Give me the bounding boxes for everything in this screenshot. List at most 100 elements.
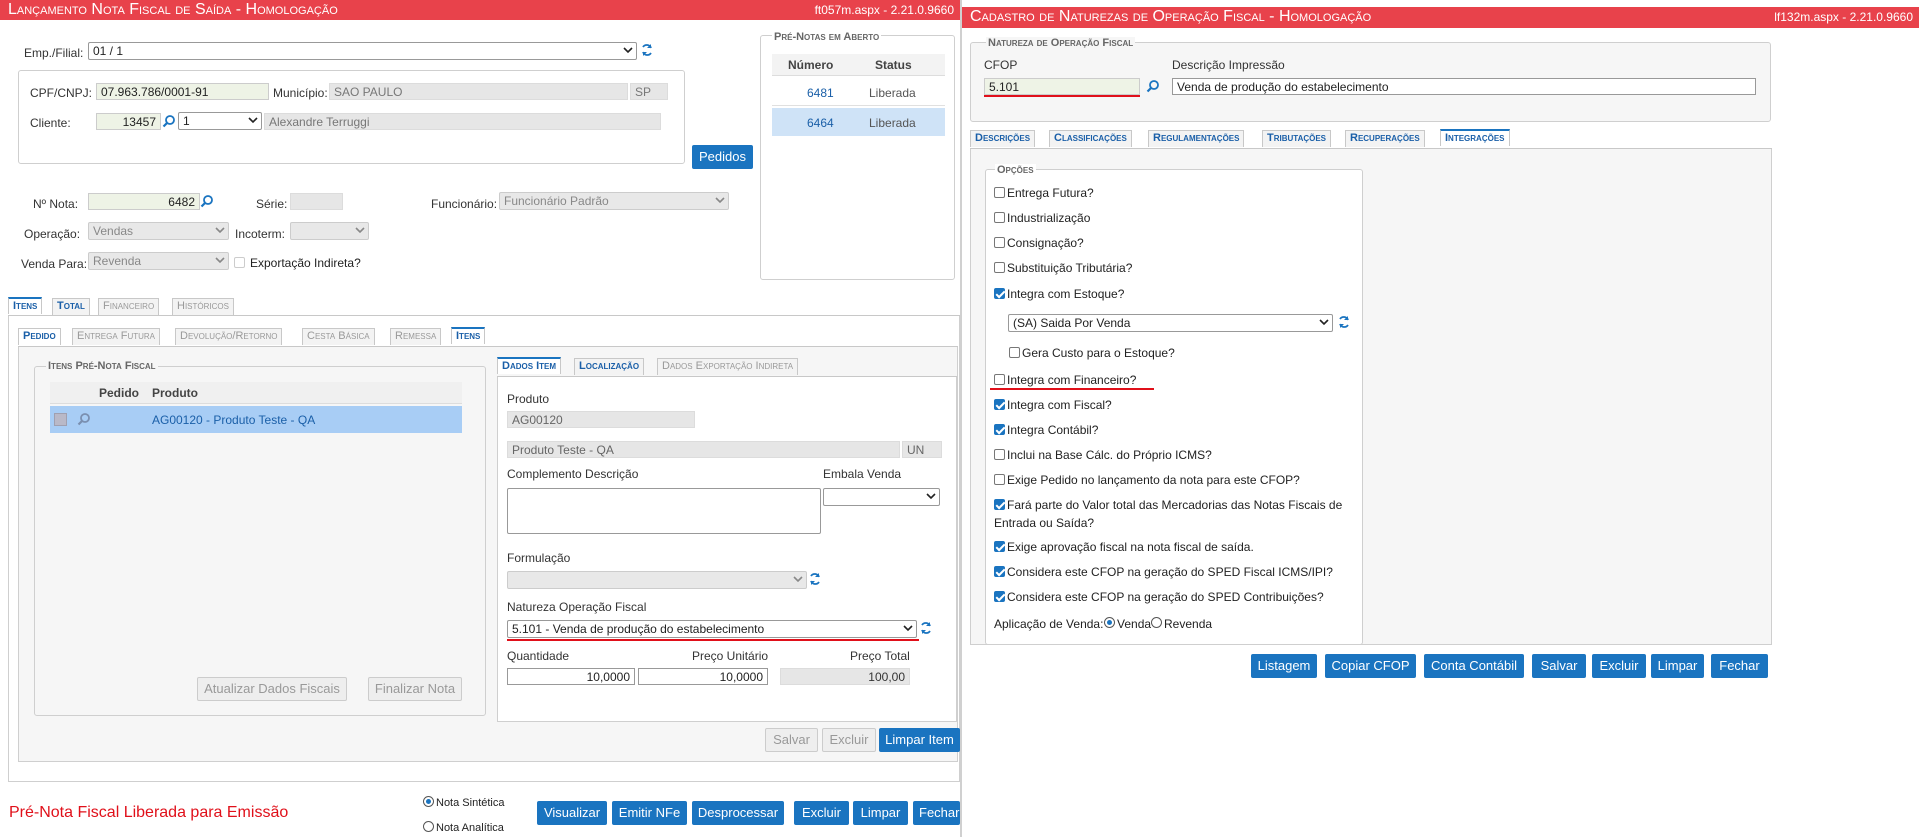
substituicao-checkbox[interactable] [994, 262, 1005, 273]
tab-entrega-futura[interactable]: Entrega Futura [72, 328, 161, 345]
nota-field[interactable]: 6482 [88, 193, 200, 210]
consignacao-checkbox[interactable] [994, 237, 1005, 248]
industrializacao-label: Industrialização [1007, 211, 1091, 225]
integra-estoque-checkbox[interactable] [994, 288, 1005, 299]
cliente-seq-select[interactable]: 1 [178, 112, 262, 130]
tab-regulamentacoes[interactable]: Regulamentações [1148, 130, 1245, 147]
table-row[interactable]: 6481 Liberada [772, 78, 945, 106]
table-row[interactable]: 6464 Liberada [772, 108, 945, 136]
tab-itens-sub[interactable]: Itens [451, 327, 486, 344]
cpf-cnpj-field[interactable]: 07.963.786/0001-91 [96, 83, 269, 100]
complemento-textarea[interactable] [507, 488, 821, 534]
chevron-down-icon [215, 255, 225, 265]
tab-classificacoes[interactable]: Classificações [1049, 130, 1132, 147]
descricao-label: Descrição Impressão [1172, 58, 1285, 72]
tab-dados-item[interactable]: Dados Item [497, 357, 562, 374]
sped-fiscal-checkbox[interactable] [994, 566, 1005, 577]
tab-descricoes[interactable]: Descrições [970, 130, 1036, 147]
preco-unitario-field[interactable]: 10,0000 [638, 668, 768, 685]
emp-filial-select[interactable]: 01 / 1 [88, 42, 637, 60]
pedidos-button[interactable]: Pedidos [692, 145, 753, 169]
search-icon[interactable] [1146, 79, 1160, 93]
tab-dados-exportacao[interactable]: Dados Exportação Indireta [657, 358, 799, 375]
row-select-icon[interactable] [54, 413, 67, 426]
table-row[interactable]: AG00120 - Produto Teste - QA [50, 406, 462, 433]
descricao-field[interactable]: Venda de produção do estabelecimento [1172, 78, 1756, 95]
right-window-title: Cadastro de Naturezas de Operação Fiscal… [970, 8, 1372, 25]
tab-historicos[interactable]: Históricos [172, 298, 234, 315]
exportacao-checkbox[interactable] [234, 257, 245, 268]
preco-unitario-label: Preço Unitário [692, 649, 769, 663]
embala-select[interactable] [823, 488, 940, 506]
unidade-field: UN [902, 441, 942, 458]
tab-remessa[interactable]: Remessa [390, 328, 442, 345]
exige-aprovacao-checkbox[interactable] [994, 541, 1005, 552]
refresh-icon[interactable] [919, 621, 933, 635]
left-window-title: Lançamento Nota Fiscal de Saída - Homolo… [8, 1, 338, 18]
tab-cesta-basica[interactable]: Cesta Básica [302, 328, 375, 345]
integra-fiscal-checkbox[interactable] [994, 399, 1005, 410]
entrega-futura-checkbox[interactable] [994, 187, 1005, 198]
search-icon[interactable] [200, 194, 214, 208]
venda-para-label: Venda Para: [21, 257, 88, 271]
incoterm-select [290, 222, 369, 240]
substituicao-label: Substituição Tributária? [1007, 261, 1133, 275]
listagem-button[interactable]: Listagem [1251, 654, 1317, 678]
gera-custo-checkbox[interactable] [1009, 347, 1020, 358]
complemento-label: Complemento Descrição [507, 467, 639, 481]
nota-sintetica-radio[interactable] [423, 796, 434, 807]
fechar-natureza-button[interactable]: Fechar [1711, 654, 1768, 678]
inclui-base-checkbox[interactable] [994, 449, 1005, 460]
pre-notas-legend: Pré-Notas em Aberto [772, 31, 882, 43]
tab-recuperacoes[interactable]: Recuperações [1345, 130, 1425, 147]
limpar-button[interactable]: Limpar [853, 801, 908, 825]
tab-financeiro[interactable]: Financeiro [98, 298, 160, 315]
sped-contribuicoes-checkbox[interactable] [994, 591, 1005, 602]
desprocessar-button[interactable]: Desprocessar [692, 801, 784, 825]
industrializacao-checkbox[interactable] [994, 212, 1005, 223]
natureza-select[interactable]: 5.101 - Venda de produção do estabelecim… [507, 620, 917, 638]
gera-custo-label: Gera Custo para o Estoque? [1022, 346, 1175, 360]
chevron-down-icon [926, 491, 936, 501]
integra-financeiro-checkbox[interactable] [994, 374, 1005, 385]
cliente-code-field[interactable]: 13457 [96, 113, 161, 130]
fechar-button[interactable]: Fechar [913, 801, 960, 825]
tab-integracoes[interactable]: Integrações [1440, 129, 1510, 146]
tab-total[interactable]: Total [52, 298, 90, 315]
venda-para-select: Revenda [88, 252, 229, 270]
right-title-bar: Cadastro de Naturezas de Operação Fiscal… [962, 7, 1919, 28]
visualizar-button[interactable]: Visualizar [537, 801, 607, 825]
natureza-label: Natureza Operação Fiscal [507, 600, 647, 614]
quantidade-field[interactable]: 10,0000 [507, 668, 635, 685]
search-icon[interactable] [162, 114, 176, 128]
aplicacao-revenda-radio[interactable] [1151, 617, 1162, 628]
produto-desc-field: Produto Teste - QA [507, 441, 900, 458]
limpar-natureza-button[interactable]: Limpar [1651, 654, 1704, 678]
nota-analitica-radio[interactable] [423, 821, 434, 832]
integra-contabil-checkbox[interactable] [994, 424, 1005, 435]
chevron-down-icon [355, 225, 365, 235]
refresh-icon[interactable] [1337, 315, 1351, 329]
cfop-field[interactable]: 5.101 [984, 78, 1140, 95]
tab-pedido[interactable]: Pedido [18, 328, 61, 345]
tab-itens[interactable]: Itens [8, 297, 43, 314]
exige-pedido-checkbox[interactable] [994, 474, 1005, 485]
search-icon[interactable] [77, 412, 91, 426]
tab-localizacao[interactable]: Localização [574, 358, 645, 375]
emitir-nfe-button[interactable]: Emitir NFe [612, 801, 687, 825]
tab-devolucao-retorno[interactable]: Devolução/Retorno [175, 328, 283, 345]
aplicacao-venda-radio[interactable] [1104, 617, 1115, 628]
fara-parte-checkbox[interactable] [994, 499, 1005, 510]
limpar-item-button[interactable]: Limpar Item [879, 728, 960, 752]
estoque-select[interactable]: (SA) Saida Por Venda [1008, 314, 1333, 332]
salvar-button[interactable]: Salvar [1532, 654, 1586, 678]
copiar-cfop-button[interactable]: Copiar CFOP [1325, 654, 1416, 678]
excluir-button[interactable]: Excluir [794, 801, 849, 825]
quantidade-label: Quantidade [507, 649, 570, 663]
conta-contabil-button[interactable]: Conta Contábil [1424, 654, 1524, 678]
left-page-info: ft057m.aspx - 2.21.0.9660 [814, 3, 954, 17]
refresh-icon[interactable] [808, 572, 822, 586]
tab-tributacoes[interactable]: Tributações [1262, 130, 1332, 147]
refresh-icon[interactable] [640, 43, 654, 57]
excluir-natureza-button[interactable]: Excluir [1592, 654, 1646, 678]
